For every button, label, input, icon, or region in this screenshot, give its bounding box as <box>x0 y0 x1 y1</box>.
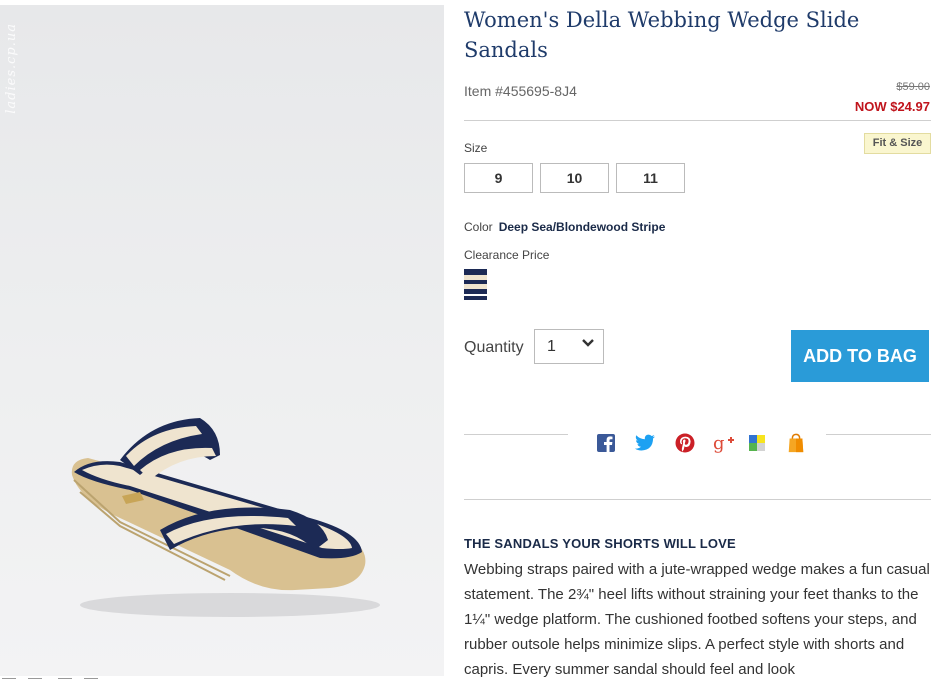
description-heading: THE SANDALS YOUR SHORTS WILL LOVE <box>464 536 736 551</box>
share-divider-right <box>826 434 931 435</box>
size-option-11[interactable]: 11 <box>616 163 685 193</box>
chevron-down-icon <box>582 339 594 347</box>
facebook-icon[interactable] <box>595 433 617 453</box>
size-option-10[interactable]: 10 <box>540 163 609 193</box>
color-label: Color <box>464 220 493 234</box>
color-value: Deep Sea/Blondewood Stripe <box>498 220 666 234</box>
description-body: Webbing straps paired with a jute-wrappe… <box>464 561 930 678</box>
thumbnail-2[interactable] <box>28 678 42 687</box>
thumbnail-3[interactable] <box>58 678 72 687</box>
product-image[interactable]: ladies.cp.ua <box>0 5 444 676</box>
google-plus-icon[interactable]: g <box>713 433 735 453</box>
add-to-bag-button[interactable]: ADD TO BAG <box>791 330 929 382</box>
color-swatch[interactable] <box>464 269 487 300</box>
divider <box>464 499 931 500</box>
thumbnail-4[interactable] <box>84 678 98 687</box>
size-label: Size <box>464 141 488 155</box>
fit-and-size-link[interactable]: Fit & Size <box>864 133 931 154</box>
clearance-price-label: Clearance Price <box>464 248 550 262</box>
thumbnail-1[interactable] <box>2 678 16 687</box>
shopping-bag-icon[interactable] <box>785 433 807 453</box>
watermark-text: ladies.cp.ua <box>4 23 19 114</box>
size-option-9[interactable]: 9 <box>464 163 533 193</box>
delicious-icon[interactable] <box>746 433 768 453</box>
item-number: Item #455695-8J4 <box>464 83 577 99</box>
svg-text:g: g <box>713 433 725 453</box>
thumbnail-strip <box>0 676 444 684</box>
product-title: Women's Della Webbing Wedge Slide Sandal… <box>464 8 860 62</box>
original-price: $59.00 <box>896 81 930 93</box>
quantity-select[interactable]: 1 <box>534 329 604 364</box>
color-row: Color Deep Sea/Blondewood Stripe <box>464 220 665 234</box>
quantity-label: Quantity <box>464 339 524 356</box>
pinterest-icon[interactable] <box>674 433 696 453</box>
sandal-illustration <box>71 418 380 617</box>
quantity-value: 1 <box>547 338 556 355</box>
sale-price: NOW $24.97 <box>854 99 930 114</box>
divider <box>464 120 931 121</box>
twitter-icon[interactable] <box>634 433 656 453</box>
share-divider-left <box>464 434 568 435</box>
